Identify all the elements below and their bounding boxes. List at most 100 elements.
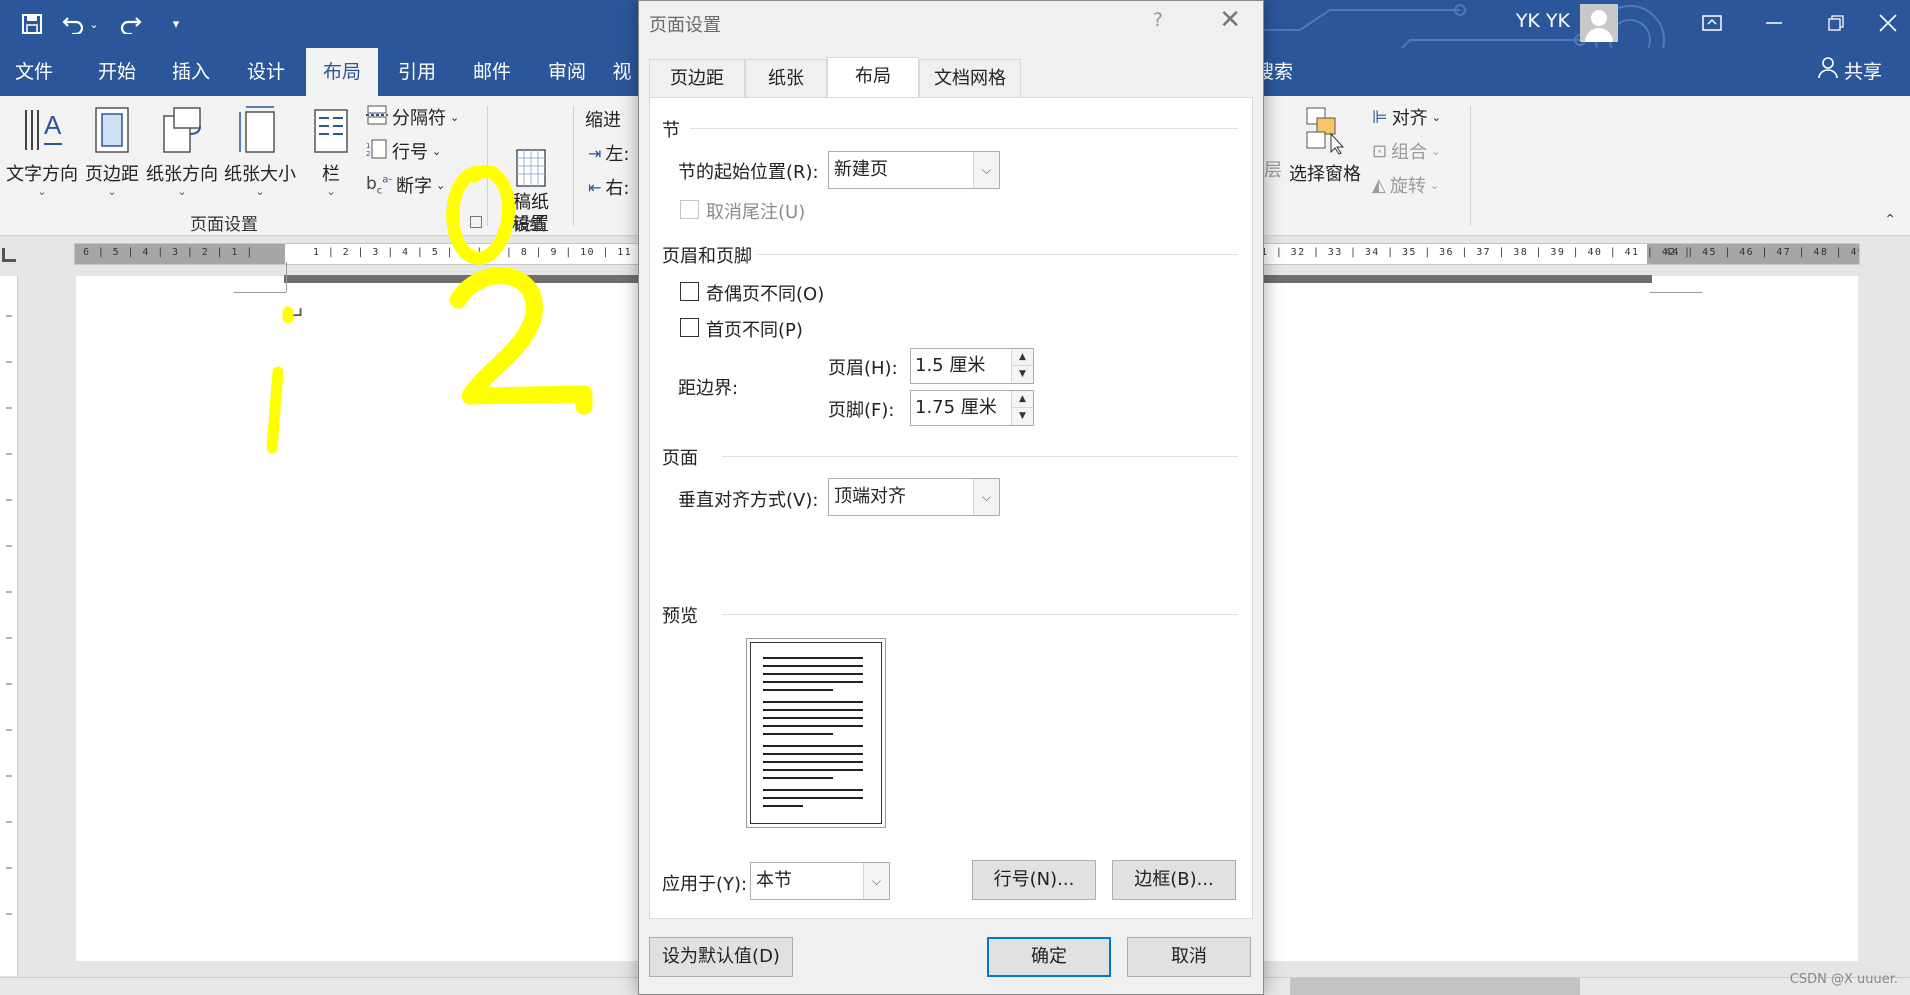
user-name[interactable]: YK YK <box>1516 10 1570 32</box>
preview-line <box>763 777 833 779</box>
suppress-endnotes-checkbox[interactable] <box>680 200 699 219</box>
tab-layout[interactable]: 布局 <box>306 48 378 96</box>
columns-button[interactable]: 栏 ⌄ <box>306 104 356 198</box>
tab-review[interactable]: 审阅 <box>530 48 604 96</box>
hyphenation-icon: bca- <box>366 173 393 197</box>
indent-right-label: 右: <box>605 178 630 199</box>
breaks-label: 分隔符 <box>392 108 446 129</box>
chevron-down-icon: ⌵ <box>863 863 889 899</box>
orientation-button[interactable]: 纸张方向 ⌄ <box>144 104 220 198</box>
orientation-icon <box>160 104 204 156</box>
hyphenation-button[interactable]: bca- 断字 ⌄ <box>366 172 445 198</box>
close-icon[interactable]: ✕ <box>1219 5 1241 35</box>
undo-dropdown-icon[interactable]: ⌄ <box>86 8 102 40</box>
header-distance-input[interactable]: 1.5 厘米 ▲ ▼ <box>910 348 1034 384</box>
preview-line <box>763 689 833 691</box>
header-distance-value: 1.5 厘米 <box>915 355 986 376</box>
arrange-partial-label: 层 <box>1264 160 1282 181</box>
set-default-button[interactable]: 设为默认值(D) <box>649 937 793 977</box>
tab-file[interactable]: 文件 <box>0 48 68 96</box>
share-button[interactable]: 共享 <box>1818 48 1882 96</box>
preview-line <box>763 681 863 683</box>
minimize-icon[interactable] <box>1752 6 1796 40</box>
rotate-button[interactable]: ◭ 旋转 ⌄ <box>1372 172 1439 198</box>
section-start-select[interactable]: 新建页 ⌵ <box>828 151 1000 189</box>
margins-button[interactable]: 页边距 ⌄ <box>84 104 140 198</box>
crop-mark <box>1650 292 1702 293</box>
tab-view[interactable]: 视 <box>606 48 638 96</box>
margins-icon <box>90 104 134 156</box>
dialog-tab-margins[interactable]: 页边距 <box>649 59 745 97</box>
indent-heading: 缩进 <box>585 110 621 131</box>
borders-button[interactable]: 边框(B)... <box>1112 860 1236 900</box>
text-direction-button[interactable]: A 文字方向 ⌄ <box>4 104 80 198</box>
preview-line <box>763 657 863 659</box>
apply-to-select[interactable]: 本节 ⌵ <box>750 862 890 900</box>
dialog-tab-layout[interactable]: 布局 <box>827 57 919 98</box>
indent-right-field[interactable]: ⇤ 右: <box>588 174 629 200</box>
horizontal-scrollbar[interactable] <box>1290 978 1580 995</box>
breaks-button[interactable]: 分隔符 ⌄ <box>366 104 459 130</box>
preview-heading: 预览 <box>662 606 698 627</box>
selection-pane-label: 选择窗格 <box>1289 164 1361 185</box>
rotate-icon: ◭ <box>1372 174 1386 196</box>
align-button[interactable]: ⊫ 对齐 ⌄ <box>1372 104 1441 130</box>
footer-distance-input[interactable]: 1.75 厘米 ▲ ▼ <box>910 390 1034 426</box>
tab-home[interactable]: 开始 <box>80 48 154 96</box>
divider <box>690 128 1238 129</box>
indent-left-label: 左: <box>605 144 630 165</box>
cancel-button[interactable]: 取消 <box>1127 937 1251 977</box>
group-button[interactable]: ⊡ 组合 ⌄ <box>1372 138 1440 164</box>
page-setup-dialog: 页面设置 ? ✕ 页边距 纸张 布局 文档网格 节 节的起始位置(R): 新建页… <box>638 0 1264 995</box>
apply-to-value: 本节 <box>756 870 792 891</box>
help-icon[interactable]: ? <box>1153 9 1163 31</box>
tab-references[interactable]: 引用 <box>380 48 454 96</box>
group-separator <box>573 106 574 226</box>
odd-even-checkbox[interactable] <box>680 282 699 301</box>
vertical-ruler[interactable] <box>0 276 18 976</box>
line-numbers-button[interactable]: 行号(N)... <box>972 860 1096 900</box>
restore-icon[interactable] <box>1814 6 1858 40</box>
customize-qat-icon[interactable]: ▾ <box>160 8 192 40</box>
ok-button[interactable]: 确定 <box>987 937 1111 977</box>
ribbon-display-icon[interactable] <box>1690 6 1734 40</box>
apply-to-label: 应用于(Y): <box>662 874 748 895</box>
tab-selector-icon[interactable] <box>2 248 16 262</box>
vertical-alignment-select[interactable]: 顶端对齐 ⌵ <box>828 478 1000 516</box>
group-separator <box>487 106 488 226</box>
preview-line <box>763 673 863 675</box>
vertical-alignment-label: 垂直对齐方式(V): <box>678 490 819 511</box>
tab-insert[interactable]: 插入 <box>154 48 228 96</box>
redo-icon[interactable] <box>114 8 146 40</box>
from-edge-label: 距边界: <box>678 378 739 399</box>
line-numbers-ribbon-label: 行号 <box>392 142 428 163</box>
header-distance-label: 页眉(H): <box>828 358 898 379</box>
manuscript-icon <box>509 126 553 187</box>
spinner-icon[interactable]: ▲ ▼ <box>1011 349 1033 383</box>
selection-pane-button[interactable]: 选择窗格 <box>1286 104 1364 186</box>
collapse-ribbon-icon[interactable]: ⌃ <box>1884 212 1896 228</box>
dialog-tab-paper[interactable]: 纸张 <box>745 59 827 97</box>
page-setup-launcher-icon[interactable] <box>470 216 482 228</box>
page-setup-group-label: 页面设置 <box>190 215 258 235</box>
indent-left-field[interactable]: ⇥ 左: <box>588 140 629 166</box>
footer-distance-label: 页脚(F): <box>828 400 895 421</box>
text-direction-label: 文字方向 <box>6 164 78 185</box>
manuscript-group-label: 稿纸 <box>512 215 546 235</box>
section-start-value: 新建页 <box>834 159 888 180</box>
first-page-checkbox[interactable] <box>680 318 699 337</box>
save-icon[interactable] <box>16 8 48 40</box>
tab-design[interactable]: 设计 <box>228 48 304 96</box>
dialog-tab-doc-grid[interactable]: 文档网格 <box>919 59 1021 97</box>
avatar[interactable] <box>1580 4 1618 42</box>
indent-left-icon: ⇥ <box>588 143 602 163</box>
size-button[interactable]: 纸张大小 ⌄ <box>222 104 298 198</box>
close-window-icon[interactable] <box>1866 6 1910 40</box>
spinner-icon[interactable]: ▲ ▼ <box>1011 391 1033 425</box>
first-page-label: 首页不同(P) <box>706 320 803 341</box>
line-numbers-ribbon-button[interactable]: 12 行号 ⌄ <box>366 138 441 164</box>
preview-line <box>763 709 863 711</box>
tab-mailings[interactable]: 邮件 <box>454 48 530 96</box>
preview-line <box>763 805 803 807</box>
ruler-right-numbers: 1 | 32 | 33 | 34 | 35 | 36 | 37 | 38 | 3… <box>1261 247 1692 258</box>
